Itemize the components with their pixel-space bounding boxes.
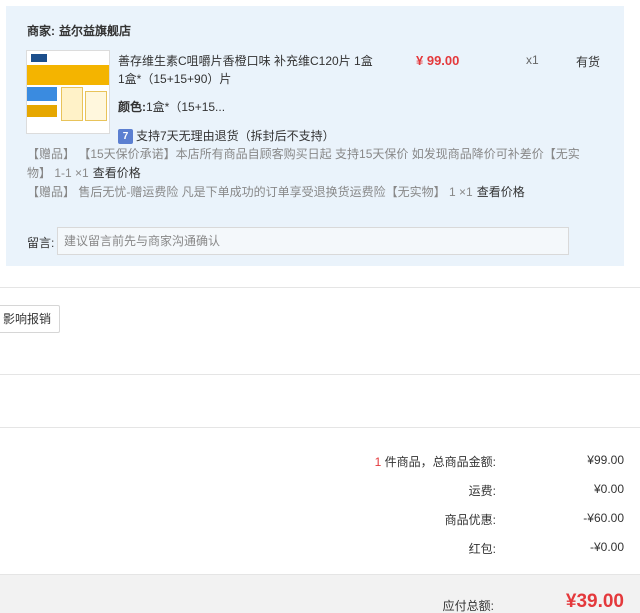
product-quantity: x1 — [526, 53, 539, 67]
total-bar: 应付总额: ¥39.00 — [0, 574, 640, 613]
divider — [0, 427, 640, 428]
discount-label: 商品优惠: — [444, 513, 496, 527]
product-thumbnail[interactable] — [26, 50, 110, 134]
gift-item: 【赠品】 售后无忧-赠运费险 凡是下单成功的订单享受退换货运费险【无实物】 1 … — [27, 183, 617, 202]
product-color-value: 1盒*（15+15... — [146, 100, 226, 114]
product-title[interactable]: 善存维生素C咀嚼片香橙口味 补充维C120片 1盒 1盒*（15+15+90）片 — [118, 52, 378, 88]
product-color: 颜色:1盒*（15+15... — [118, 98, 225, 115]
summary-goods-total: 1 件商品，总商品金额: ¥99.00 — [0, 453, 640, 471]
goods-total-value: ¥99.00 — [587, 453, 624, 467]
redpacket-label: 红包: — [468, 542, 496, 556]
return-policy-text: 支持7天无理由退货（拆封后不支持） — [136, 129, 335, 143]
merchant-name[interactable]: 益尔益旗舰店 — [59, 24, 131, 38]
goods-total-label: 1 件商品，总商品金额: — [375, 453, 496, 470]
total-label: 应付总额: — [442, 599, 494, 613]
product-color-label: 颜色: — [118, 100, 146, 114]
view-price-link[interactable]: 查看价格 — [477, 185, 525, 199]
discount-value: -¥60.00 — [583, 511, 624, 525]
gift-text: 【赠品】 售后无忧-赠运费险 凡是下单成功的订单享受退换货运费险【无实物】 1 … — [27, 185, 473, 199]
thumbnail-tag-orange — [27, 105, 57, 117]
shipping-label: 运费: — [468, 484, 496, 498]
message-input[interactable] — [57, 227, 569, 255]
product-price: ¥ 99.00 — [416, 53, 460, 68]
merchant-label: 商家: — [27, 24, 55, 38]
thumbnail-package — [61, 87, 83, 121]
thumbnail-banner — [27, 65, 109, 85]
summary-redpacket: 红包: -¥0.00 — [0, 540, 640, 558]
merchant-header: 商家: 益尔益旗舰店 — [27, 22, 131, 39]
total-value: ¥39.00 — [565, 591, 624, 612]
summary-discount: 商品优惠: -¥60.00 — [0, 511, 640, 529]
order-panel: 商家: 益尔益旗舰店 善存维生素C咀嚼片香橙口味 补充维C120片 1盒 1盒*（… — [6, 6, 624, 266]
gift-item: 【赠品】 【15天保价承诺】本店所有商品自顾客购买日起 支持15天保价 如发现商… — [27, 145, 597, 183]
divider — [0, 374, 640, 375]
reimbursement-button[interactable]: 影响报销 — [0, 305, 60, 333]
brand-logo — [31, 54, 47, 62]
thumbnail-tag-blue — [27, 87, 57, 101]
divider — [0, 287, 640, 288]
redpacket-value: -¥0.00 — [589, 540, 624, 554]
return-policy: 7 支持7天无理由退货（拆封后不支持） — [118, 127, 335, 145]
shipping-value: ¥0.00 — [593, 482, 624, 496]
stock-status: 有货 — [576, 55, 601, 69]
summary-shipping: 运费: ¥0.00 — [0, 482, 640, 500]
view-price-link[interactable]: 查看价格 — [93, 166, 141, 180]
thumbnail-package — [85, 91, 107, 121]
item-count-suffix: 件商品，总商品金额: — [381, 455, 496, 469]
return-policy-icon: 7 — [118, 129, 133, 145]
message-label: 留言: — [27, 236, 55, 250]
